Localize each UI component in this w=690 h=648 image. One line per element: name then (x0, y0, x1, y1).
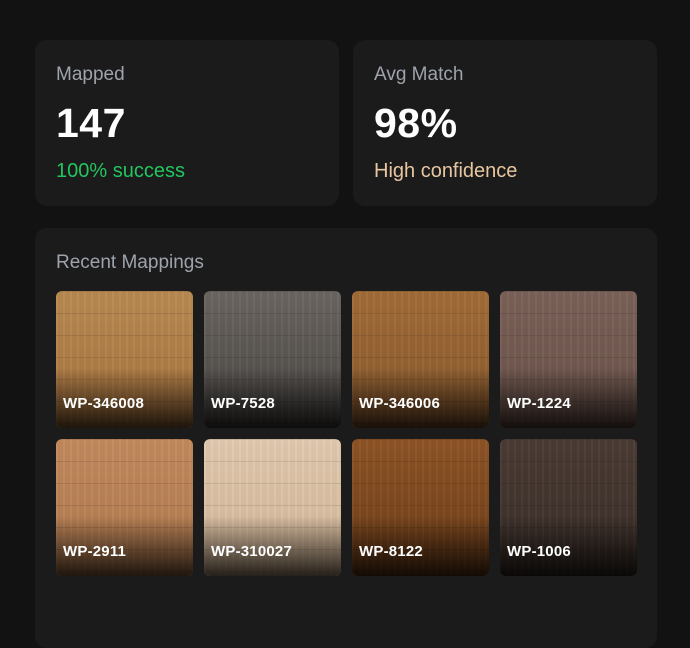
mapping-tile[interactable]: WP-7528 (204, 291, 341, 428)
mapping-code: WP-7528 (211, 395, 275, 412)
avg-match-subtext: High confidence (374, 160, 518, 182)
mapping-tile[interactable]: WP-2911 (56, 439, 193, 576)
avg-match-stat-card: Avg Match 98% High confidence (353, 40, 657, 206)
mapping-tile[interactable]: WP-346008 (56, 291, 193, 428)
mapped-stat-card: Mapped 147 100% success (35, 40, 339, 206)
mapping-code: WP-346006 (359, 395, 441, 412)
mapping-tile[interactable]: WP-346006 (352, 291, 489, 428)
mapping-code: WP-310027 (211, 543, 293, 560)
mapped-value: 147 (56, 100, 126, 146)
mapping-tile[interactable]: WP-1006 (500, 439, 637, 576)
mapping-code: WP-346008 (63, 395, 145, 412)
mapping-code: WP-1006 (507, 543, 571, 560)
mapped-subtext: 100% success (56, 160, 185, 182)
mapping-tile[interactable]: WP-310027 (204, 439, 341, 576)
avg-match-label: Avg Match (374, 64, 464, 85)
recent-mappings-card: Recent Mappings WP-346008 WP-7528 WP-346… (35, 228, 657, 648)
recent-mappings-title: Recent Mappings (56, 252, 204, 273)
mappings-grid: WP-346008 WP-7528 WP-346006 WP-1224 WP-2… (56, 291, 637, 576)
mapping-tile[interactable]: WP-8122 (352, 439, 489, 576)
mapping-code: WP-2911 (63, 543, 127, 560)
mapping-code: WP-8122 (359, 543, 423, 560)
mapping-code: WP-1224 (507, 395, 571, 412)
mapping-tile[interactable]: WP-1224 (500, 291, 637, 428)
avg-match-value: 98% (374, 100, 458, 146)
mapped-label: Mapped (56, 64, 125, 85)
